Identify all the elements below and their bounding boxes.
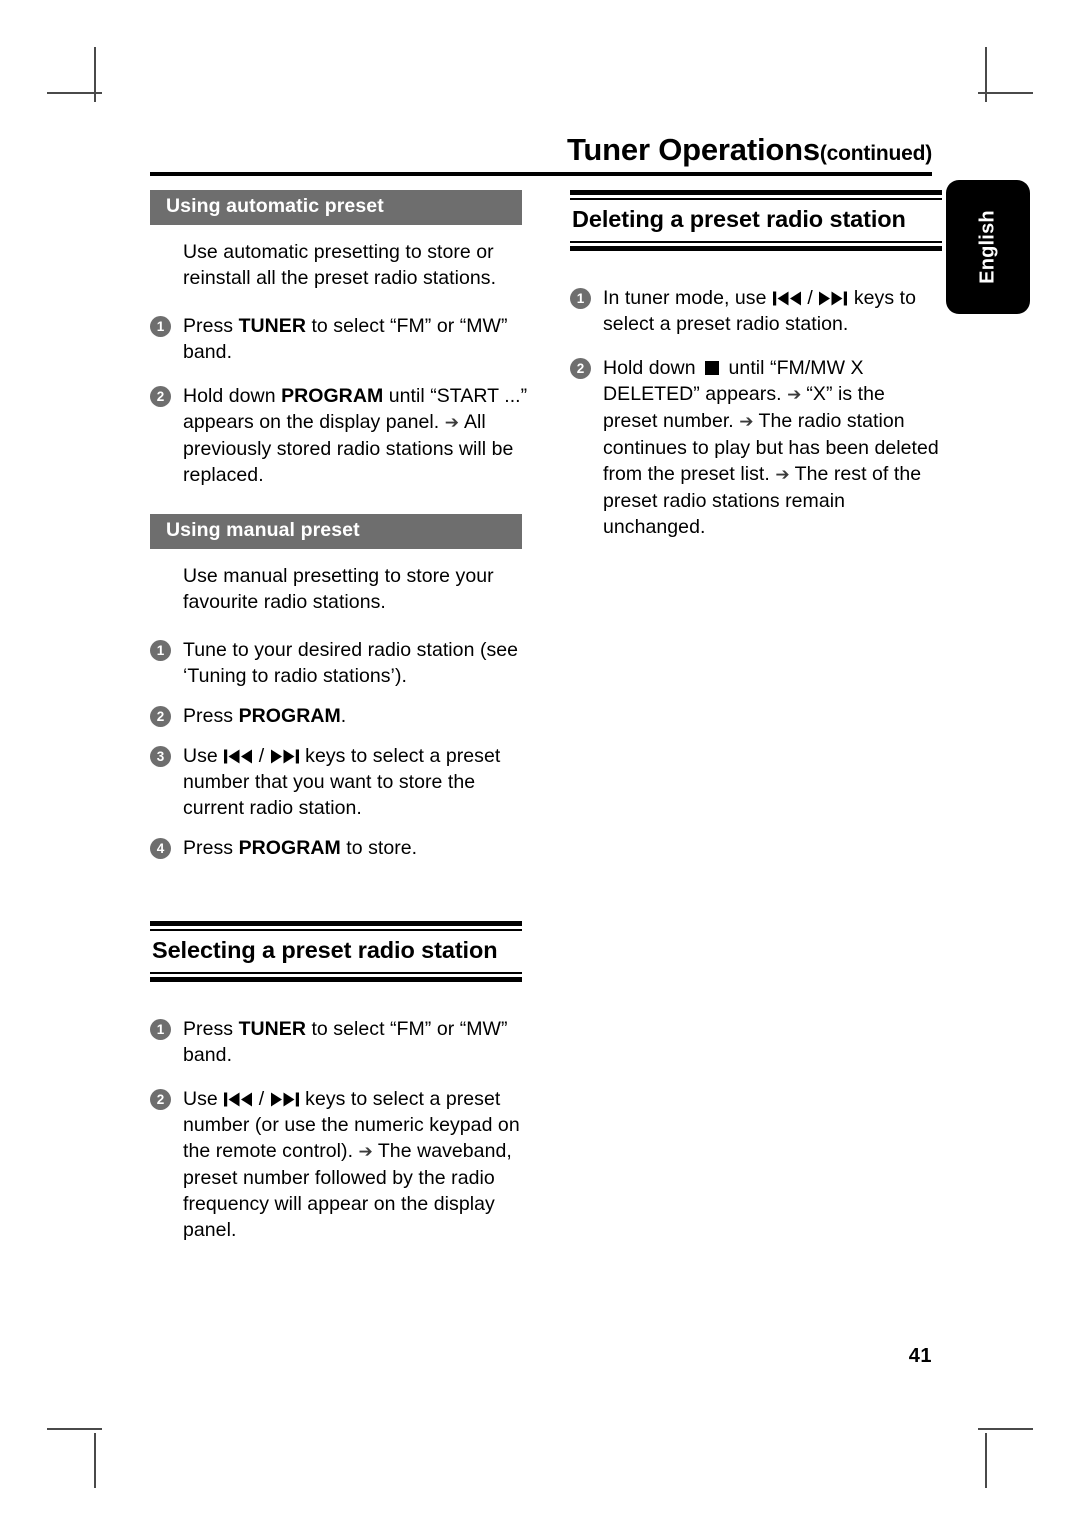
step-text-pre: In tuner mode, use	[603, 286, 772, 309]
step-text-bold: PROGRAM	[238, 836, 341, 859]
step-text-bold: PROGRAM	[238, 704, 341, 727]
result-arrow-icon: ➔	[358, 1141, 373, 1162]
crop-mark-bottom-left-horizontal	[47, 1428, 102, 1430]
right-column: Deleting a preset radio station 1 In tun…	[570, 190, 942, 540]
section-deleting-a-preset-radio-station: Deleting a preset radio station	[570, 190, 942, 251]
title-rule	[150, 172, 932, 176]
subheading-label: Using automatic preset	[166, 195, 384, 217]
step-number-badge: 2	[570, 357, 591, 379]
prev-track-icon	[223, 1092, 253, 1107]
deleting-step-1: 1 In tuner mode, use / keys to select a …	[570, 285, 942, 337]
manual-preset-step-1: 1 Tune to your desired radio station (se…	[150, 637, 530, 689]
auto-preset-step-1: 1 Press TUNER to select “FM” or “MW” ban…	[150, 313, 530, 365]
step-text-pre: Press	[183, 836, 239, 859]
result-arrow-icon: ➔	[444, 412, 459, 433]
manual-preset-step-3: 3 Use / keys to select a preset number t…	[150, 743, 530, 821]
page-title: Tuner Operations(continued)	[150, 134, 932, 165]
step-text-pre: Press	[183, 704, 239, 727]
step-text-pre: Use	[183, 1087, 224, 1110]
step-text-pre: Hold down	[183, 384, 282, 407]
step-text: Tune to your desired radio station (see …	[183, 638, 519, 687]
next-track-icon	[270, 749, 300, 764]
manual-preset-step-4: 4 Press PROGRAM to store.	[150, 835, 530, 861]
section-title: Deleting a preset radio station	[572, 206, 906, 232]
step-text-pre: Use	[183, 744, 224, 767]
step-number-badge: 1	[150, 639, 171, 661]
step-number-badge: 1	[150, 315, 171, 337]
crop-mark-bottom-right-vertical	[985, 1433, 987, 1488]
selecting-step-1: 1 Press TUNER to select “FM” or “MW” ban…	[150, 1016, 530, 1068]
crop-mark-top-right-horizontal	[978, 92, 1033, 94]
auto-preset-intro: Use automatic presetting to store or rei…	[183, 240, 497, 289]
step-number-badge: 3	[150, 745, 171, 767]
deleting-step-2: 2 Hold down until “FM/MW X DELETED” appe…	[570, 355, 942, 540]
prev-track-icon	[772, 291, 802, 306]
manual-preset-step-2: 2 Press PROGRAM.	[150, 703, 530, 729]
left-column: Using automatic preset Use automatic pre…	[150, 190, 530, 1243]
step-number-badge: 1	[150, 1018, 171, 1040]
subheading-label: Using manual preset	[166, 518, 360, 541]
manual-page: Tuner Operations(continued) English Usin…	[0, 0, 1080, 1524]
stop-icon	[705, 360, 720, 375]
subheading-using-manual-preset: Using manual preset	[150, 513, 522, 549]
prev-track-icon	[223, 749, 253, 764]
subheading-using-automatic-preset: Using automatic preset	[150, 190, 522, 225]
next-track-icon	[270, 1092, 300, 1107]
step-text-bold: TUNER	[238, 1017, 306, 1040]
result-arrow-icon: ➔	[787, 384, 802, 405]
next-track-icon	[818, 291, 848, 306]
result-arrow-icon: ➔	[775, 464, 790, 485]
crop-mark-bottom-right-horizontal	[978, 1428, 1033, 1430]
section-selecting-a-preset-radio-station: Selecting a preset radio station	[150, 920, 522, 982]
step-number-badge: 2	[150, 385, 171, 407]
step-text-pre: Hold down	[603, 356, 702, 379]
selecting-step-2: 2 Use / keys to select a preset number (…	[150, 1086, 530, 1243]
step-number-badge: 1	[570, 287, 591, 309]
step-text-post: .	[340, 704, 347, 727]
step-text-post: to store.	[340, 836, 418, 859]
step-text-bold: PROGRAM	[281, 384, 384, 407]
language-tab-label: English	[976, 210, 999, 284]
section-title: Selecting a preset radio station	[152, 936, 498, 963]
step-number-badge: 2	[150, 705, 171, 727]
step-text-pre: Press	[183, 314, 239, 337]
result-arrow-icon: ➔	[739, 411, 754, 432]
language-tab: English	[946, 180, 1030, 314]
page-number: 41	[908, 1345, 932, 1367]
crop-mark-bottom-left-vertical	[94, 1433, 96, 1488]
step-number-badge: 4	[150, 837, 171, 859]
step-text-pre: Press	[183, 1017, 239, 1040]
manual-preset-intro: Use manual presetting to store your favo…	[183, 564, 494, 613]
step-text-bold: TUNER	[238, 314, 306, 337]
step-number-badge: 2	[150, 1088, 171, 1110]
auto-preset-step-2: 2 Hold down PROGRAM until “START ...” ap…	[150, 383, 530, 488]
page-title-main: Tuner Operations	[567, 132, 820, 167]
page-title-continued: (continued)	[819, 142, 932, 165]
crop-mark-top-left-horizontal	[47, 92, 102, 94]
